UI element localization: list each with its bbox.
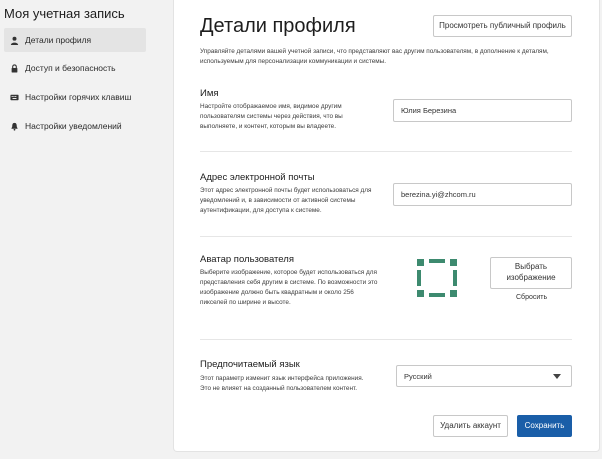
language-select[interactable]: Русский	[396, 365, 572, 387]
email-section-description: Этот адрес электронной почты будет испол…	[200, 187, 372, 214]
sidebar-title: Моя учетная запись	[4, 6, 125, 21]
delete-account-button[interactable]: Удалить аккаунт	[433, 415, 508, 437]
profile-details-panel: Детали профиля Просмотреть публичный про…	[173, 0, 600, 452]
language-section-description: Этот параметр изменит язык интерфейса пр…	[200, 375, 364, 392]
view-public-profile-button[interactable]: Просмотреть публичный профиль	[433, 15, 572, 37]
reset-avatar-link[interactable]: Сбросить	[516, 294, 547, 301]
intro-text: Управляйте деталями вашей учетной записи…	[200, 48, 549, 65]
language-select-value: Русский	[404, 371, 432, 381]
language-section-title: Предпочитаемый язык	[200, 359, 300, 370]
email-input[interactable]: berezina.yi@zhcom.ru	[393, 183, 572, 206]
sidebar-item-label: Детали профиля	[25, 35, 92, 45]
page-title: Детали профиля	[200, 15, 356, 37]
chevron-down-icon	[553, 374, 561, 379]
sidebar: Моя учетная запись Детали профиля Доступ…	[0, 0, 170, 459]
sidebar-item-shortcuts[interactable]: Настройки горячих клавиш	[4, 85, 146, 109]
sidebar-item-access-security[interactable]: Доступ и безопасность	[4, 56, 146, 80]
save-button[interactable]: Сохранить	[517, 415, 572, 437]
section-divider	[200, 339, 572, 340]
name-section-description: Настройте отображаемое имя, видимое друг…	[200, 103, 343, 130]
choose-image-button[interactable]: Выбрать изображение	[490, 257, 572, 289]
sidebar-item-profile-details[interactable]: Детали профиля	[4, 28, 146, 52]
section-divider	[200, 236, 572, 237]
lock-icon	[10, 63, 19, 73]
person-icon	[10, 36, 19, 45]
sidebar-item-notifications[interactable]: Настройки уведомлений	[4, 114, 146, 138]
user-avatar	[414, 257, 460, 299]
sidebar-item-label: Настройки уведомлений	[25, 121, 122, 131]
avatar-section-title: Аватар пользователя	[200, 254, 294, 265]
sidebar-item-label: Настройки горячих клавиш	[25, 92, 132, 102]
bell-icon	[10, 122, 19, 131]
keyboard-icon	[10, 93, 19, 102]
sidebar-item-label: Доступ и безопасность	[25, 63, 116, 73]
display-name-input[interactable]: Юлия Березина	[393, 99, 572, 122]
avatar-section-description: Выберите изображение, которое будет испо…	[200, 269, 378, 306]
name-section-title: Имя	[200, 88, 219, 99]
email-section-title: Адрес электронной почты	[200, 172, 315, 183]
section-divider	[200, 151, 572, 152]
